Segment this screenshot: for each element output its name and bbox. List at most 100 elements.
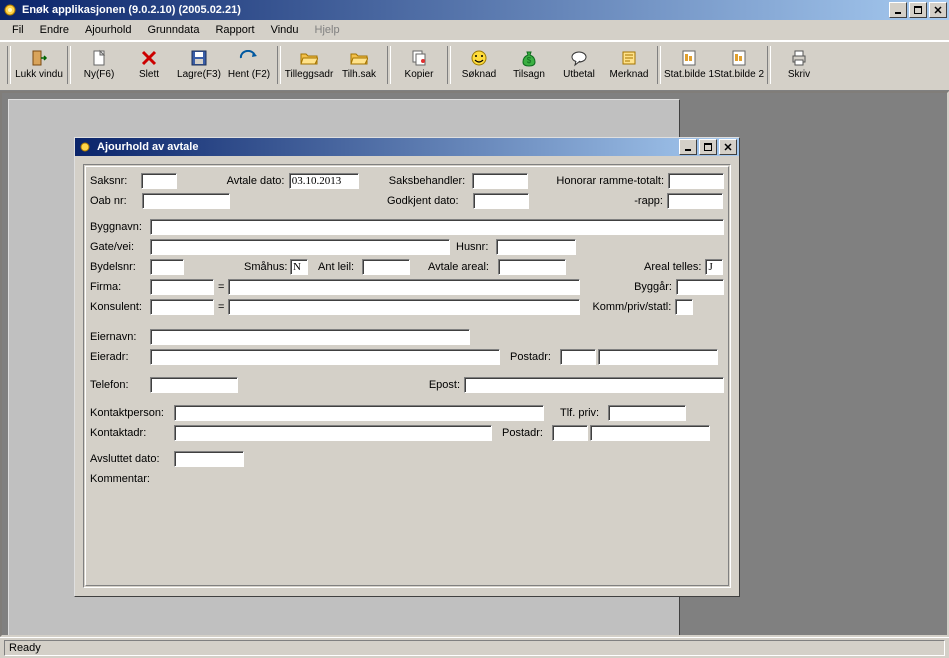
label-byggnavn: Byggnavn: [90,221,150,233]
input-rapp[interactable] [667,193,723,209]
tool-statbilde1[interactable]: Stat.bilde 1 [665,44,713,84]
tool-label: Lagre(F3) [177,69,221,80]
speech-bubble-icon [569,48,589,68]
dialog-maximize-button[interactable] [699,139,717,155]
note-icon [619,48,639,68]
tool-lagre[interactable]: Lagre(F3) [175,44,223,84]
toolbar-separator [67,46,71,84]
menu-ajourhold[interactable]: Ajourhold [77,22,139,38]
label-avtale-dato: Avtale dato: [227,175,289,187]
input-firma-code[interactable] [150,279,214,295]
input-avtale-dato[interactable] [289,173,359,189]
menu-endre[interactable]: Endre [32,22,77,38]
input-byggnavn[interactable] [150,219,724,235]
input-firma-name[interactable] [228,279,580,295]
tool-label: Tilleggsadr [285,69,334,80]
input-eieradr[interactable] [150,349,500,365]
input-oab-nr[interactable] [142,193,230,209]
tool-kopier[interactable]: Kopier [395,44,443,84]
input-eiernavn[interactable] [150,329,470,345]
menu-grunndata[interactable]: Grunndata [139,22,207,38]
tool-lukk-vindu[interactable]: Lukk vindu [15,44,63,84]
label-epost: Epost: [420,379,460,391]
input-godkjent-dato[interactable] [473,193,529,209]
input-saksnr[interactable] [141,173,177,189]
label-honorar-ramme: Honorar ramme-totalt: [556,175,664,187]
dialog-close-button[interactable] [719,139,737,155]
tool-statbilde2[interactable]: Stat.bilde 2 [715,44,763,84]
tool-skriv[interactable]: Skriv [775,44,823,84]
main-titlebar[interactable]: Enøk applikasjonen (9.0.2.10) (2005.02.2… [0,0,949,20]
input-smahus[interactable] [290,259,308,275]
label-ant-leil: Ant leil: [318,261,362,273]
input-husnr[interactable] [496,239,576,255]
input-kontaktperson[interactable] [174,405,544,421]
input-komm-priv-statl[interactable] [675,299,693,315]
dialog-title: Ajourhold av avtale [97,141,679,153]
label-gate: Gate/vei: [90,241,150,253]
maximize-button[interactable] [909,2,927,18]
input-gate[interactable] [150,239,450,255]
tool-label: Slett [139,69,159,80]
smiley-icon [469,48,489,68]
tool-tilleggsadr[interactable]: Tilleggsadr [285,44,333,84]
label-rapp: -rapp: [623,195,663,207]
input-honorar-ramme[interactable] [668,173,724,189]
label-saksbehandler: Saksbehandler: [389,175,473,187]
menu-hjelp[interactable]: Hjelp [307,22,348,38]
dialog-minimize-button[interactable] [679,139,697,155]
dialog-body: Saksnr: Avtale dato: Saksbehandler: Hono… [75,156,739,596]
input-avsluttet-dato[interactable] [174,451,244,467]
tool-label: Hent (F2) [228,69,270,80]
input-postadr-kontakt-city[interactable] [590,425,710,441]
input-tlf-priv[interactable] [608,405,686,421]
close-button[interactable] [929,2,947,18]
input-telefon[interactable] [150,377,238,393]
input-epost[interactable] [464,377,724,393]
input-kontaktadr[interactable] [174,425,492,441]
tool-label: Utbetal [563,69,595,80]
label-saksnr: Saksnr: [90,175,141,187]
lightbulb-icon [77,139,93,155]
tool-utbetal[interactable]: Utbetal [555,44,603,84]
tool-label: Ny(F6) [84,69,115,80]
menu-rapport[interactable]: Rapport [207,22,262,38]
menu-fil[interactable]: Fil [4,22,32,38]
main-title: Enøk applikasjonen (9.0.2.10) (2005.02.2… [22,4,889,16]
minimize-button[interactable] [889,2,907,18]
label-komm-priv-statl: Komm/priv/statl: [592,301,671,313]
input-konsulent-name[interactable] [228,299,580,315]
input-saksbehandler[interactable] [472,173,528,189]
label-smahus: Småhus: [244,261,290,273]
input-postadr-eier-city[interactable] [598,349,718,365]
form-frame: Saksnr: Avtale dato: Saksbehandler: Hono… [83,164,731,588]
folder-open-icon [349,48,369,68]
input-konsulent-code[interactable] [150,299,214,315]
input-postadr-eier-code[interactable] [560,349,596,365]
menu-vindu[interactable]: Vindu [263,22,307,38]
tool-slett[interactable]: Slett [125,44,173,84]
tool-soknad[interactable]: Søknad [455,44,503,84]
label-kommentar: Kommentar: [90,473,174,485]
input-postadr-kontakt-code[interactable] [552,425,588,441]
input-byggar[interactable] [676,279,724,295]
save-icon [189,48,209,68]
input-avtale-areal[interactable] [498,259,566,275]
input-areal-telles[interactable] [705,259,723,275]
toolbar-separator [387,46,391,84]
tool-label: Kopier [405,69,434,80]
report-icon [729,48,749,68]
toolbar-separator [277,46,281,84]
toolbar-separator [447,46,451,84]
dialog-titlebar[interactable]: Ajourhold av avtale [75,138,739,156]
tool-merknad[interactable]: Merknad [605,44,653,84]
tool-hent[interactable]: Hent (F2) [225,44,273,84]
status-text: Ready [4,640,945,656]
tool-ny[interactable]: Ny(F6) [75,44,123,84]
tool-tilsagn[interactable]: $ Tilsagn [505,44,553,84]
input-bydelsnr[interactable] [150,259,184,275]
tool-tilhsak[interactable]: Tilh.sak [335,44,383,84]
label-kontaktperson: Kontaktperson: [90,407,174,419]
label-godkjent-dato: Godkjent dato: [387,195,473,207]
input-ant-leil[interactable] [362,259,410,275]
